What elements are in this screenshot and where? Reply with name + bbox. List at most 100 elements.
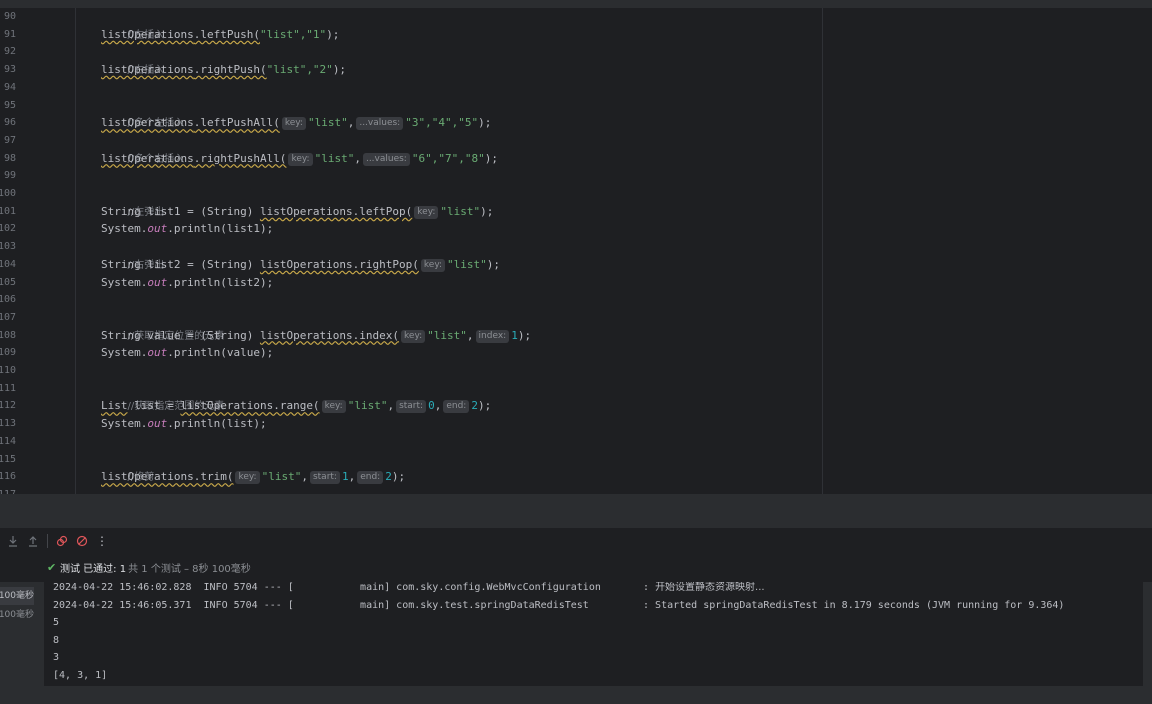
code-punct: ); [517, 328, 532, 342]
code-string: "list" [440, 204, 481, 218]
test-status: 测试 已通过: 1共 1 个测试 – 8秒 100毫秒 [60, 560, 251, 575]
toolbar-separator [47, 534, 48, 548]
console-line: 2024-04-22 15:46:05.371 INFO 5704 --- [ … [53, 599, 1065, 611]
code-method: listOperations.range( [180, 399, 320, 413]
code-line: String value = (String) listOperations.i… [101, 328, 532, 343]
line-number: 113 [0, 418, 16, 430]
link-icon[interactable] [52, 531, 72, 551]
code-variable: listOperations [101, 116, 194, 130]
console-output[interactable]: 2024-04-22 15:46:02.828 INFO 5704 --- [ … [44, 582, 1143, 686]
code-line: //多个左插入 [101, 97, 185, 129]
console-message: 开始设置静态资源映射... [655, 582, 765, 593]
code-method: .leftPushAll( [193, 116, 280, 130]
test-tree-item[interactable]: 100毫秒 [0, 606, 34, 624]
console-line: 8 [53, 634, 60, 646]
line-number: 106 [0, 294, 16, 306]
code-method: listOperations.index( [259, 328, 400, 342]
more-options-icon[interactable]: ⋮ [92, 531, 112, 551]
code-method: .rightPush( [193, 63, 267, 77]
line-number: 92 [3, 46, 16, 58]
line-number: 102 [0, 223, 16, 235]
param-hint: index: [475, 329, 510, 343]
code-line: listOperations.rightPush("list","2"); [101, 61, 346, 79]
code-number: 0 [428, 399, 435, 413]
console-line: 3 [53, 652, 60, 664]
code-number: 2 [471, 399, 478, 413]
test-tree-item[interactable]: 100毫秒 [0, 587, 34, 605]
code-string: "list" [261, 470, 302, 484]
code-line: System.out.println(value); [101, 346, 274, 360]
code-line: //右弹出 [101, 238, 165, 271]
line-number: 94 [3, 81, 16, 93]
line-number: 97 [3, 134, 16, 146]
code-line: //左弹出 [101, 185, 165, 218]
line-number: 108 [0, 329, 16, 341]
code-line: //多个右插入 [101, 132, 185, 165]
line-number: 104 [0, 258, 16, 270]
code-string: "6","7","8" [411, 151, 485, 165]
panel-divider[interactable] [0, 494, 1152, 528]
code-line: //左插入 [101, 8, 165, 41]
code-call: println(list1); [173, 222, 274, 236]
code-method: listOperations.trim( [101, 470, 234, 484]
code-line: String list2 = (String) listOperations.r… [101, 256, 500, 274]
code-declaration: String list1 = (String) [101, 204, 260, 218]
code-line: //获取指定范围的元素 [101, 380, 225, 412]
code-punct: ); [477, 399, 492, 413]
code-class: System. [101, 275, 148, 289]
line-number: 101 [0, 205, 16, 217]
code-method: listOperations.rightPop( [259, 257, 419, 271]
line-number-gutter: 90 91 92 93 94 95 96 97 98 99 100 101 10… [0, 8, 48, 494]
status-bar [0, 686, 1152, 704]
code-variable: listOperations [101, 27, 194, 41]
console-scrollbar[interactable] [1143, 582, 1152, 686]
code-type: List [101, 399, 128, 413]
code-line: //右插入 [101, 43, 165, 76]
param-hint: key: [414, 205, 439, 219]
line-number: 90 [3, 11, 16, 22]
line-number: 115 [0, 453, 16, 465]
test-status-row: ✔ 测试 已通过: 1共 1 个测试 – 8秒 100毫秒 [0, 556, 1152, 578]
download-icon[interactable] [3, 531, 23, 551]
code-number: 1 [511, 328, 518, 342]
code-punct: ); [484, 151, 498, 165]
code-line: listOperations.rightPushAll(key: "list",.… [101, 151, 498, 166]
code-method: .rightPushAll( [193, 151, 287, 165]
disable-icon[interactable] [72, 531, 92, 551]
code-line: System.out.println(list2); [101, 275, 274, 289]
code-field: out [147, 275, 168, 289]
param-hint: start: [396, 400, 427, 414]
code-editor[interactable]: 90 91 92 93 94 95 96 97 98 99 100 101 10… [0, 8, 1152, 494]
code-string: "list" [347, 399, 388, 413]
code-line: List list = listOperations.range(key: "li… [101, 399, 492, 414]
param-hint: end: [443, 400, 470, 414]
test-passed-label: 测试 已通过: 1 [60, 563, 127, 575]
code-variable: listOperations [101, 151, 194, 165]
line-number: 91 [3, 28, 16, 40]
line-number: 111 [0, 382, 16, 394]
line-number: 98 [3, 152, 16, 164]
code-field: out [147, 417, 168, 431]
line-number: 95 [3, 99, 16, 111]
code-punct: ); [332, 63, 347, 77]
line-number: 105 [0, 276, 16, 288]
line-number: 107 [0, 311, 16, 323]
param-hint: key: [420, 258, 446, 272]
line-number: 116 [0, 471, 16, 483]
code-line: listOperations.leftPush("list","1"); [101, 26, 339, 44]
code-string: "list" [314, 151, 355, 165]
code-punct: ); [480, 204, 494, 218]
line-number: 109 [0, 347, 16, 359]
param-hint: key: [288, 152, 313, 166]
editor-tab-bar [0, 0, 1152, 8]
line-number: 110 [0, 365, 16, 376]
param-hint: key: [401, 329, 426, 343]
code-string: "list","1" [259, 27, 327, 41]
upload-icon[interactable] [23, 531, 43, 551]
code-class: System. [101, 417, 148, 431]
indent-guide [75, 8, 76, 494]
code-line: listOperations.leftPushAll(key: "list",..… [101, 116, 492, 131]
code-line: System.out.println(list); [101, 417, 267, 431]
code-call: println(list); [173, 417, 267, 431]
code-punct: ); [326, 27, 340, 41]
